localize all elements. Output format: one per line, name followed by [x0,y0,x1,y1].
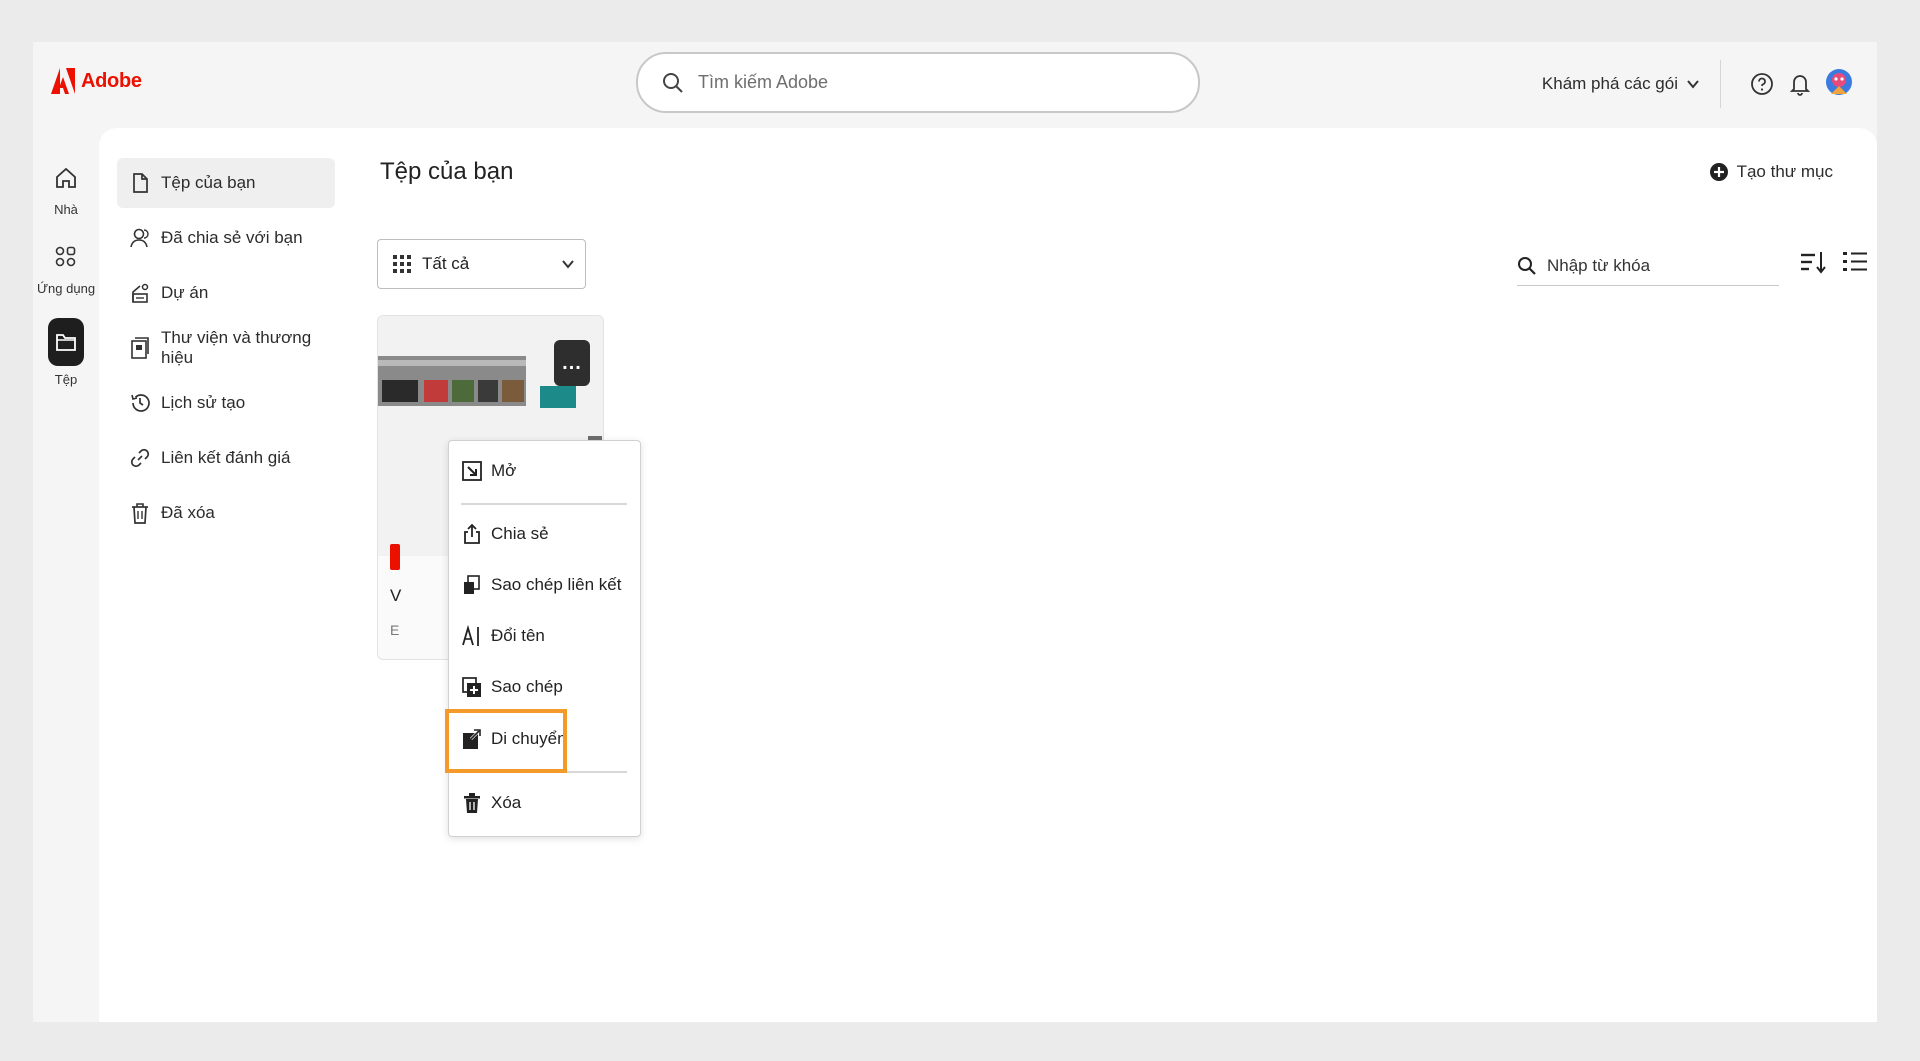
menu-label: Sao chép [491,677,563,696]
grid-icon [393,255,411,273]
search-placeholder: Tìm kiếm Adobe [698,72,829,92]
rail-item-files[interactable]: Tệp [33,318,99,387]
delete-icon [464,793,480,813]
thumbnail-tile [382,380,418,402]
sidenav-label: Dự án [161,283,209,302]
file-meta: E [390,622,400,638]
app-rail: Nhà Ứng dụng Tệp [33,160,99,409]
folder-icon [48,318,84,366]
explore-plans-button[interactable]: Khám phá các gói [1542,74,1700,94]
share-icon [464,523,480,544]
chevron-down-icon [562,260,574,269]
menu-label: Sao chép liên kết [491,575,622,594]
adobe-logo[interactable]: Adobe [51,68,142,94]
thumbnail-tile [540,386,576,408]
thumbnail-tile [502,380,524,402]
menu-item-copy-link[interactable]: Sao chép liên kết [461,569,621,601]
main-panel: Tệp của bạn Đã chia sẻ với bạn Dự án Thư… [99,128,1877,1022]
create-folder-label: Tạo thư mục [1736,162,1833,181]
file-context-menu: Mở Chia sẻ Sao chép liên kết Đổi tên Sao… [448,440,641,837]
menu-label: Xóa [491,793,522,812]
sidenav-label: Đã xóa [161,503,215,522]
menu-item-duplicate[interactable]: Sao chép [461,671,563,703]
sidenav-item-history[interactable]: Lịch sử tạo [117,378,335,428]
rename-icon [462,625,479,646]
copy-link-icon [464,575,480,594]
header-divider [1720,60,1721,108]
open-icon [462,461,482,481]
trash-icon [132,503,148,524]
menu-item-open[interactable]: Mở [461,455,516,487]
menu-separator [461,503,627,505]
more-actions-button[interactable]: ... [554,340,590,386]
create-folder-button[interactable]: Tạo thư mục [1709,162,1833,182]
history-icon [131,394,150,412]
move-highlight-box [445,709,567,773]
adobe-app-window: Adobe Tìm kiếm Adobe Khám phá các gói Nh… [33,42,1877,1022]
menu-item-delete[interactable]: Xóa [461,787,521,819]
chevron-down-icon [1687,80,1699,89]
rail-label-files: Tệp [54,372,78,387]
list-view-icon[interactable] [1841,248,1869,276]
keyword-placeholder: Nhập từ khóa [1547,255,1651,275]
menu-label: Mở [491,461,517,480]
link-icon [130,448,150,468]
sidenav-item-shared-with-you[interactable]: Đã chia sẻ với bạn [117,213,335,263]
sidenav-label: Tệp của bạn [161,173,256,192]
menu-label: Chia sẻ [491,524,549,543]
search-icon [663,72,683,93]
sort-icon[interactable] [1799,248,1827,276]
rail-label-home: Nhà [54,202,78,217]
adobe-logo-icon [51,68,75,94]
sidenav-label: Liên kết đánh giá [161,448,291,467]
search-icon [1518,256,1536,275]
brand-name: Adobe [81,69,142,92]
bell-icon[interactable] [1787,71,1813,97]
rail-label-apps: Ứng dụng [36,281,96,296]
sidenav-label: Lịch sử tạo [161,393,246,412]
thumbnail-tile [424,380,448,402]
rail-item-home[interactable]: Nhà [33,160,99,217]
sidenav-item-projects[interactable]: Dự án [117,268,335,318]
global-search-input[interactable]: Tìm kiếm Adobe [636,52,1200,113]
home-icon [48,160,84,196]
page-title: Tệp của bạn [380,158,514,185]
duplicate-icon [462,677,481,697]
plus-circle-icon [1709,163,1728,181]
sidenav-item-deleted[interactable]: Đã xóa [117,488,335,538]
apps-icon [48,239,84,275]
files-sidenav: Tệp của bạn Đã chia sẻ với bạn Dự án Thư… [117,158,335,543]
rail-item-apps[interactable]: Ứng dụng [33,239,99,296]
file-type-badge [390,544,400,570]
file-name: V [390,586,402,605]
thumbnail-tile [478,380,498,402]
file-icon [133,173,148,193]
sidenav-label: Đã chia sẻ với bạn [161,228,303,247]
keyword-search-input[interactable]: Nhập từ khóa [1517,246,1779,286]
thumbnail-tile [452,380,474,402]
file-type-filter-dropdown[interactable]: Tất cả [377,239,586,289]
menu-item-share[interactable]: Chia sẻ [461,518,549,550]
sidenav-item-review-links[interactable]: Liên kết đánh giá [117,433,335,483]
shared-users-icon [130,228,149,248]
header-actions: Khám phá các gói [1542,60,1853,108]
sidenav-item-libraries[interactable]: Thư viện và thương hiệu [117,323,335,373]
menu-label: Đổi tên [491,626,545,645]
sidenav-label: Thư viện và thương hiệu [161,328,312,367]
filter-value: Tất cả [422,254,470,273]
library-icon [131,337,149,359]
menu-item-rename[interactable]: Đổi tên [461,620,545,652]
project-icon [132,283,149,303]
sidenav-item-your-files[interactable]: Tệp của bạn [117,158,335,208]
help-icon[interactable] [1749,71,1775,97]
avatar[interactable] [1825,66,1853,102]
thumbnail-strip-highlight [378,360,526,366]
explore-plans-label: Khám phá các gói [1541,74,1678,93]
